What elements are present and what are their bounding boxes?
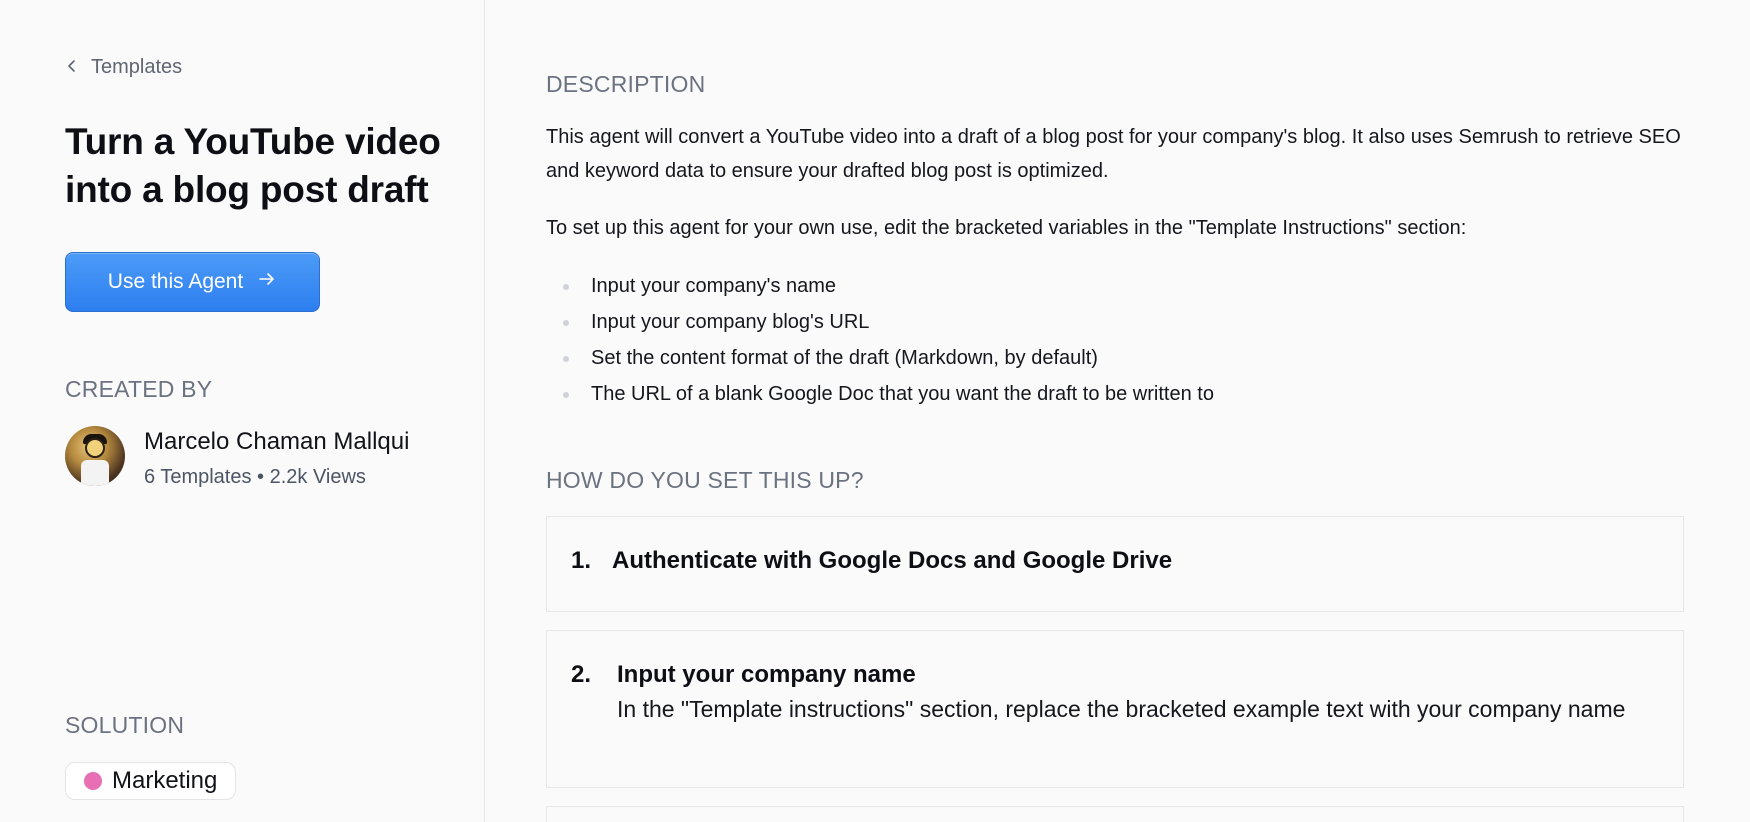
list-item: The URL of a blank Google Doc that you w… (546, 376, 1214, 412)
creator-stats: 6 Templates • 2.2k Views (144, 466, 366, 488)
solution-label: SOLUTION (65, 712, 185, 738)
main-content: DESCRIPTION This agent will convert a Yo… (546, 0, 1686, 822)
step-title: Input your company name (617, 661, 916, 688)
step-body: In the "Template instructions" section, … (617, 696, 1626, 722)
solution-tag[interactable]: Marketing (65, 762, 237, 800)
tag-color-dot (84, 772, 102, 790)
creator-name[interactable]: Marcelo Chaman Mallqui (144, 428, 409, 456)
setup-heading: HOW DO YOU SET THIS UP? (546, 467, 864, 493)
step-number: 1. (571, 547, 592, 574)
description-heading: DESCRIPTION (546, 71, 706, 97)
chevron-left-icon (65, 56, 79, 79)
variables-list: Input your company's name Input your com… (546, 268, 1214, 412)
page: Templates Turn a YouTube video into a bl… (0, 0, 1750, 822)
sidebar: Templates Turn a YouTube video into a bl… (0, 0, 485, 822)
step-number: 2. (571, 661, 592, 688)
back-link-label: Templates (91, 56, 183, 78)
setup-step-3 (546, 806, 1684, 822)
creator-card: Marcelo Chaman Mallqui 6 Templates • 2.2… (65, 426, 409, 489)
list-item: Input your company's name (546, 268, 1214, 304)
step-title: Authenticate with Google Docs and Google… (612, 547, 1173, 574)
description-paragraph: This agent will convert a YouTube video … (546, 126, 1681, 182)
page-title: Turn a YouTube video into a blog post dr… (65, 121, 441, 210)
list-item: Input your company blog's URL (546, 304, 1214, 340)
use-agent-label: Use this Agent (107, 270, 244, 293)
arrow-right-icon (257, 269, 277, 295)
use-agent-button[interactable]: Use this Agent (65, 252, 320, 312)
setup-step-1: 1. Authenticate with Google Docs and Goo… (546, 516, 1684, 612)
setup-step-2: 2. Input your company name In the "Templ… (546, 630, 1684, 788)
setup-intro-paragraph: To set up this agent for your own use, e… (546, 217, 1467, 239)
list-item: Set the content format of the draft (Mar… (546, 340, 1214, 376)
created-by-label: CREATED BY (65, 376, 213, 402)
back-to-templates-link[interactable]: Templates (65, 56, 182, 79)
solution-tag-label: Marketing (112, 767, 218, 794)
avatar[interactable] (65, 426, 125, 486)
